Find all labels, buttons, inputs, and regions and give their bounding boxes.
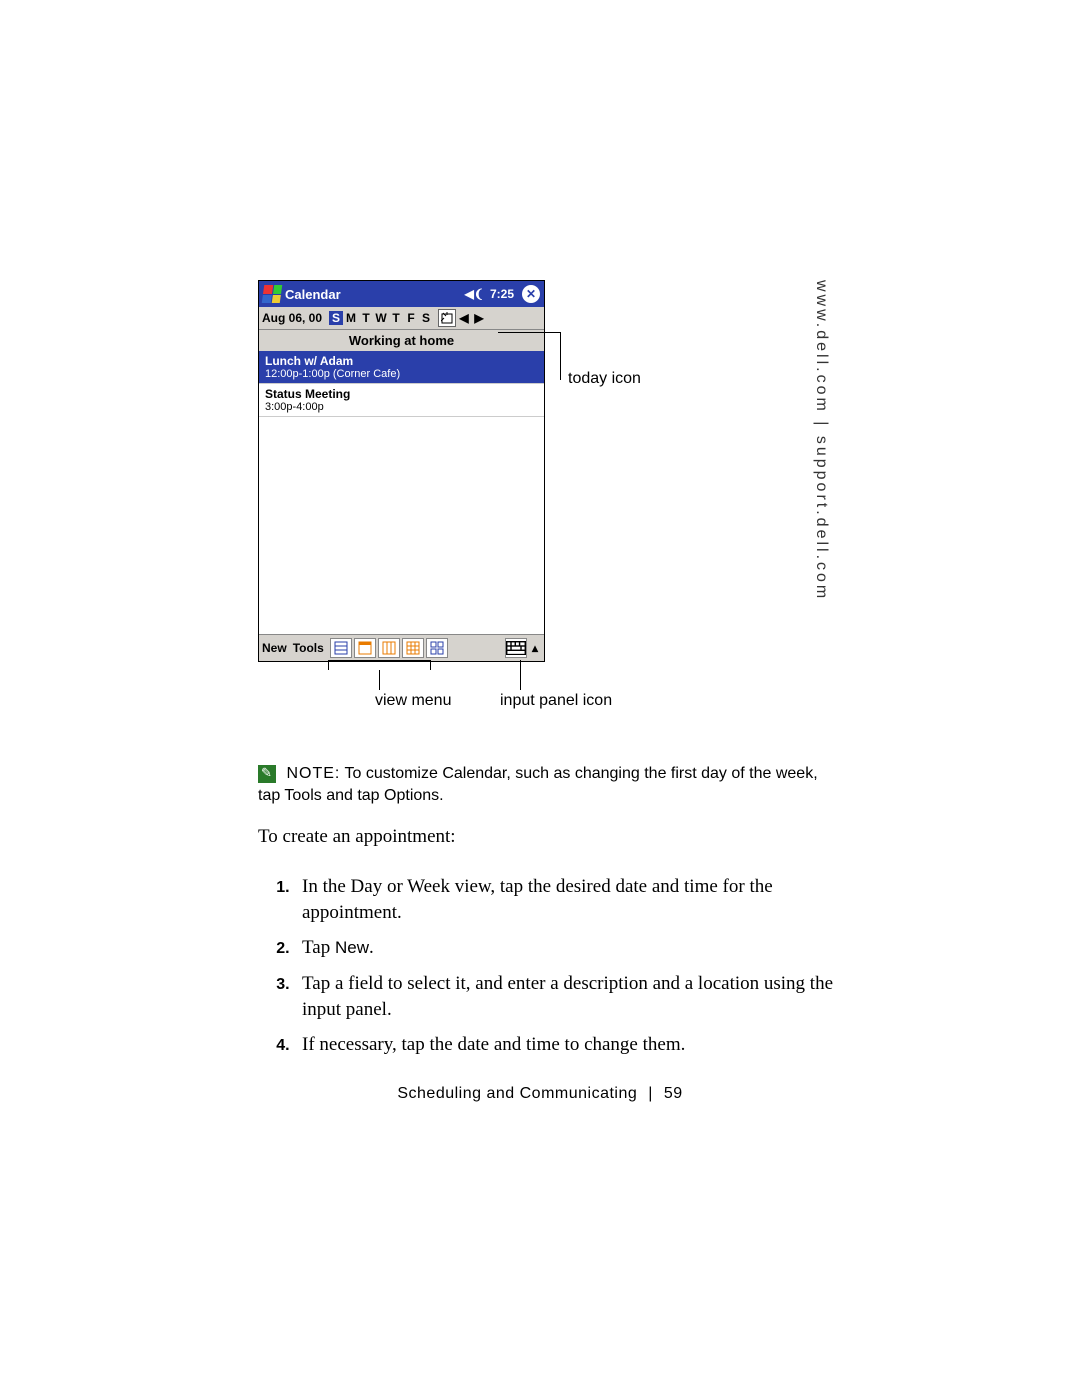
note-icon [258, 765, 276, 783]
tools-menu[interactable]: Tools [293, 641, 324, 655]
new-menu[interactable]: New [262, 641, 287, 655]
appointment-item[interactable]: Status Meeting 3:00p-4:00p [259, 384, 544, 417]
command-bar: New Tools ▴ [259, 634, 544, 661]
note-prefix: NOTE: [286, 765, 340, 782]
all-day-banner: Working at home [259, 330, 544, 351]
callout-line [379, 670, 380, 690]
callout-line [328, 660, 329, 670]
step-3: Tap a field to select it, and enter a de… [294, 971, 844, 1022]
day-S[interactable]: S [329, 311, 343, 325]
step-4: If necessary, tap the date and time to c… [294, 1032, 844, 1058]
appointment-details: 3:00p-4:00p [265, 401, 538, 413]
callout-today-label: today icon [568, 370, 641, 388]
today-icon[interactable] [438, 309, 456, 327]
note-block: NOTE: To customize Calendar, such as cha… [258, 763, 818, 806]
callout-line [328, 660, 430, 661]
day-W[interactable]: W [374, 311, 388, 325]
day-S2[interactable]: S [419, 311, 433, 325]
current-date-label: Aug 06, 00 [262, 311, 322, 325]
date-bar: Aug 06, 00 S M T W T F S ◀ ▶ [259, 307, 544, 330]
callout-line [498, 332, 561, 333]
intro-text: To create an appointment: [258, 826, 456, 848]
appointment-title: Lunch w/ Adam [265, 354, 538, 368]
pda-screenshot: Calendar ◀❨ 7:25 ✕ Aug 06, 00 S M T W T … [258, 280, 545, 662]
callout-line [520, 660, 521, 690]
close-icon[interactable]: ✕ [522, 285, 540, 303]
appointment-details: 12:00p-1:00p (Corner Cafe) [265, 368, 538, 380]
clock-text: 7:25 [490, 287, 514, 301]
next-arrow-icon[interactable]: ▶ [472, 311, 486, 325]
page-footer: Scheduling and Communicating | 59 [0, 1085, 1080, 1103]
view-year-icon[interactable] [426, 638, 448, 658]
steps-list: In the Day or Week view, tap the desired… [270, 874, 844, 1068]
callout-line [560, 332, 561, 380]
view-week-icon[interactable] [378, 638, 400, 658]
input-panel-arrow-icon[interactable]: ▴ [529, 641, 541, 655]
day-M[interactable]: M [344, 311, 358, 325]
speaker-icon[interactable]: ◀❨ [465, 287, 484, 301]
step-2: Tap New. [294, 935, 844, 961]
view-agenda-icon[interactable] [330, 638, 352, 658]
footer-section: Scheduling and Communicating [397, 1085, 637, 1102]
day-T[interactable]: T [359, 311, 373, 325]
input-panel-icon[interactable] [505, 638, 527, 658]
callout-line [430, 660, 431, 670]
appointment-title: Status Meeting [265, 387, 538, 401]
footer-page-number: 59 [664, 1085, 683, 1102]
side-url-text: www.dell.com | support.dell.com [812, 280, 830, 601]
view-month-icon[interactable] [402, 638, 424, 658]
step-1: In the Day or Week view, tap the desired… [294, 874, 844, 925]
note-text: To customize Calendar, such as changing … [258, 765, 818, 804]
start-menu-icon[interactable] [262, 285, 283, 303]
prev-arrow-icon[interactable]: ◀ [457, 311, 471, 325]
app-title: Calendar [285, 287, 461, 302]
callout-input-panel-label: input panel icon [500, 692, 612, 710]
footer-separator: | [648, 1085, 653, 1102]
day-F[interactable]: F [404, 311, 418, 325]
callout-view-menu-label: view menu [375, 692, 451, 710]
appointment-item[interactable]: Lunch w/ Adam 12:00p-1:00p (Corner Cafe) [259, 351, 544, 384]
day-T2[interactable]: T [389, 311, 403, 325]
title-bar: Calendar ◀❨ 7:25 ✕ [259, 281, 544, 307]
view-day-icon[interactable] [354, 638, 376, 658]
